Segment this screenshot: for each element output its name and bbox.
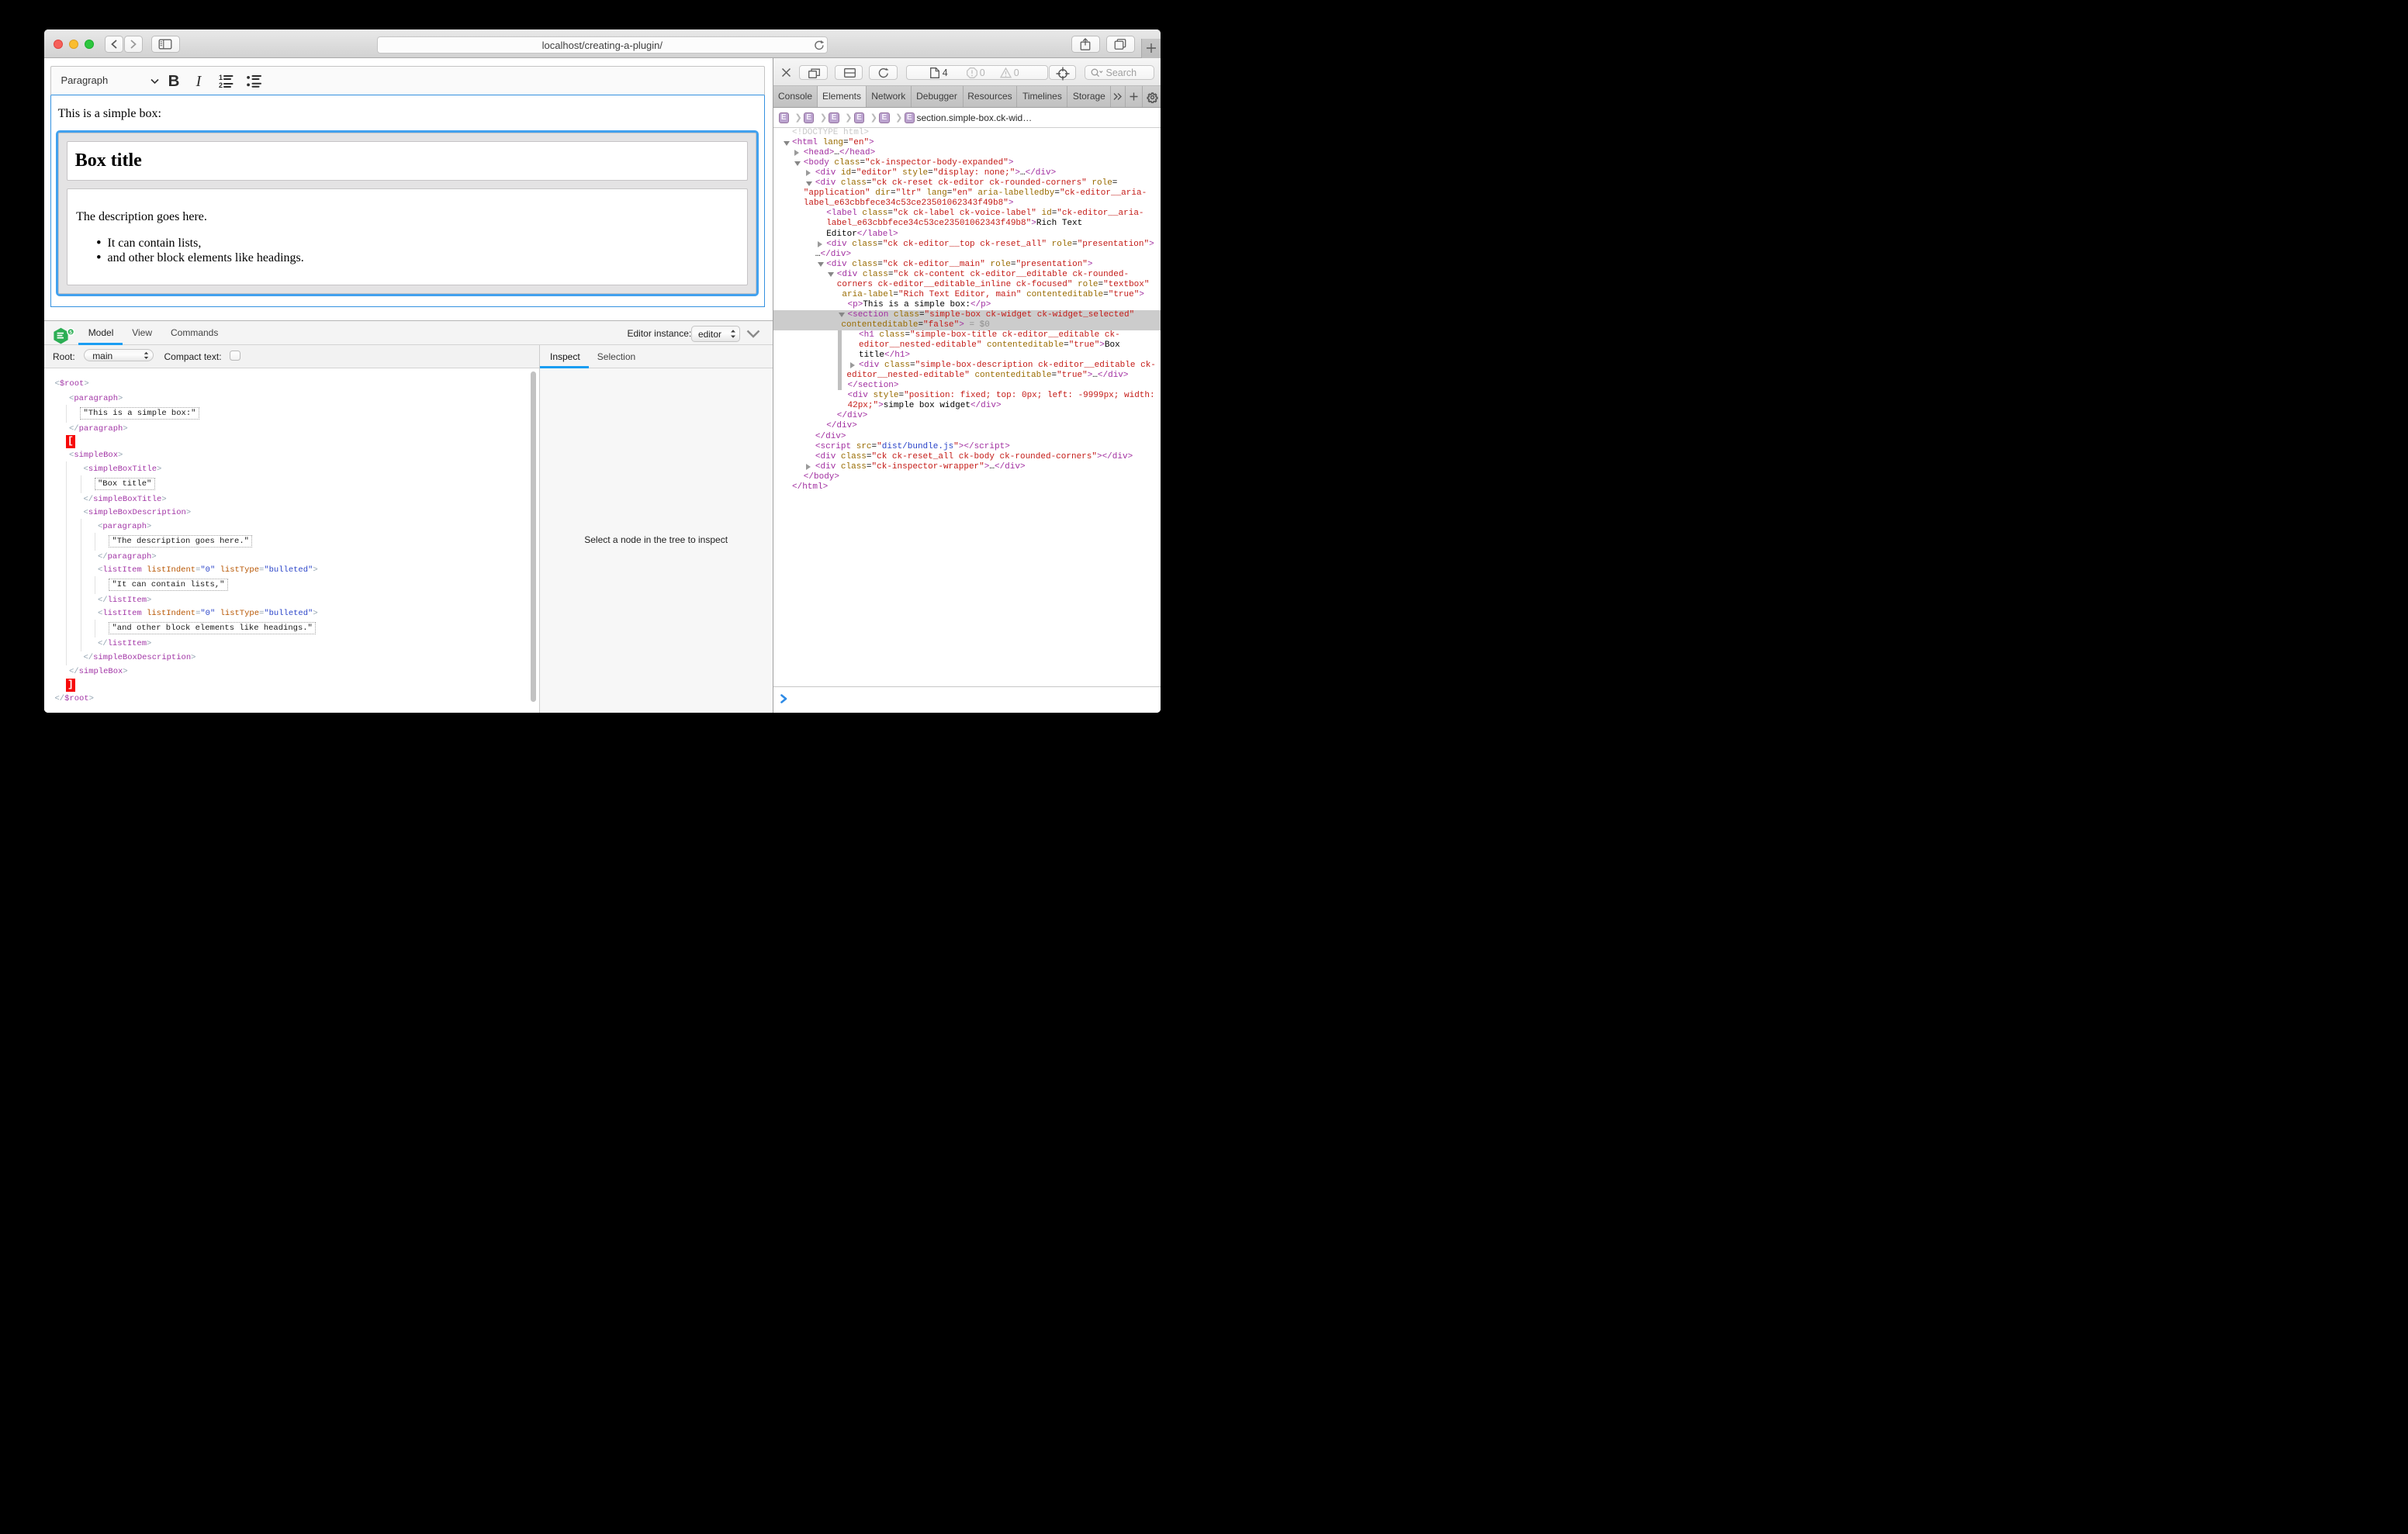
svg-text:5: 5 (70, 330, 73, 335)
svg-text:1: 1 (219, 74, 223, 81)
svg-text:2: 2 (219, 81, 223, 88)
